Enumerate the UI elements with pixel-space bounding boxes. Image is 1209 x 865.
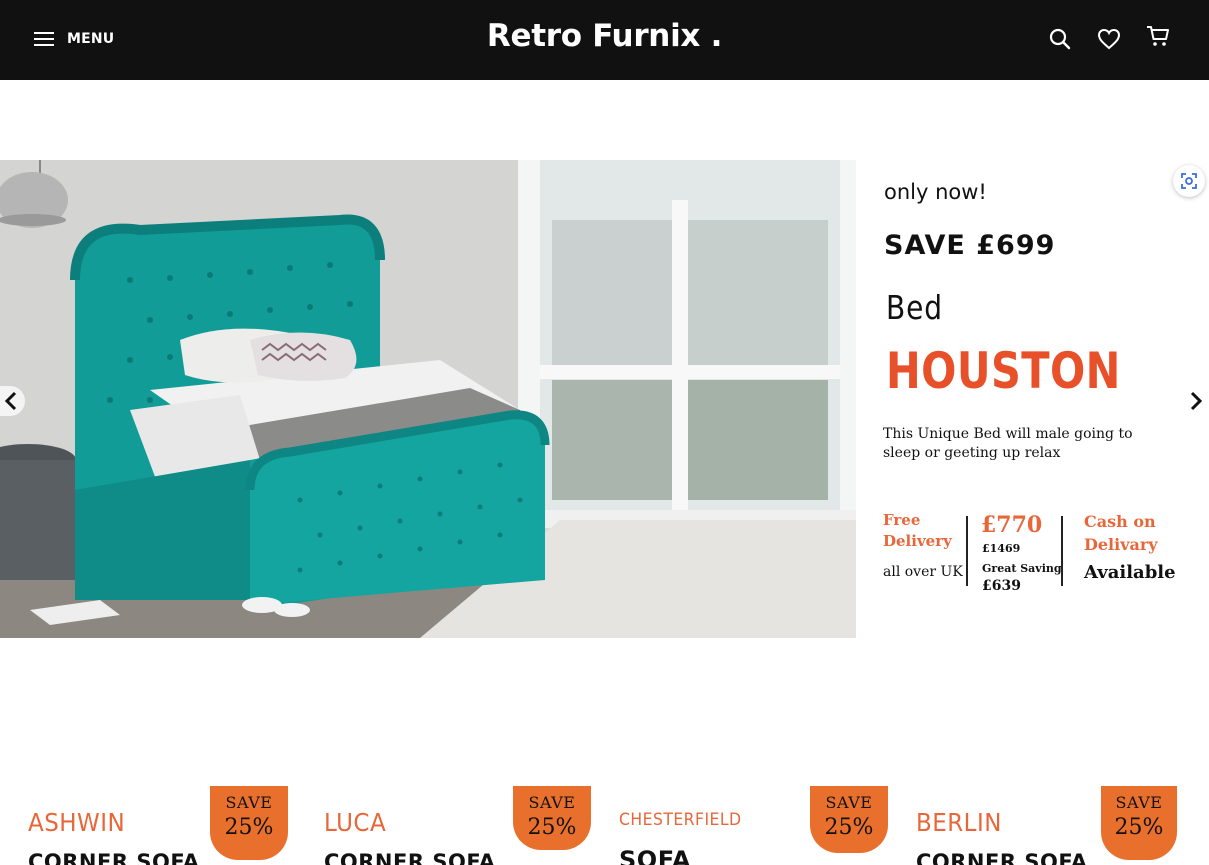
banner-card[interactable]: ASHWIN CORNER SOFA SAVE 25% [28, 786, 303, 865]
banner-type: CORNER SOFA [28, 850, 200, 865]
banner-name: LUCA [324, 808, 387, 837]
bedroom-illustration [0, 160, 856, 638]
wishlist-button[interactable] [1094, 24, 1124, 54]
product-banners: ASHWIN CORNER SOFA SAVE 25% LUCA CORNER … [0, 786, 1209, 865]
badge-save: SAVE [528, 793, 576, 812]
save-badge: SAVE 25% [1101, 786, 1177, 860]
badge-percent: 25% [224, 815, 274, 840]
promo-cash-on-delivery: Cash on Delivary [1084, 512, 1158, 554]
promo-great-saving-label: Great Saving [982, 562, 1062, 575]
site-header: MENU Retro Furnix . [0, 0, 1209, 80]
banner-type: CORNER SOFA [324, 850, 496, 865]
cart-button[interactable] [1143, 21, 1173, 51]
promo-product-name: HOUSTON [886, 342, 1121, 400]
banner-type: CORNER SOFA [916, 850, 1088, 865]
save-badge: SAVE 25% [210, 786, 288, 860]
badge-percent: 25% [527, 815, 577, 840]
chevron-right-icon [1190, 391, 1203, 411]
zoom-button[interactable] [1173, 165, 1205, 197]
promo-all-over-uk: all over UK [883, 564, 963, 580]
banner-card[interactable]: BERLIN CORNER SOFA SAVE 25% [916, 786, 1191, 865]
promo-category: Bed [886, 288, 943, 327]
hero-slider: only now! SAVE £699 Bed HOUSTON This Uni… [0, 160, 1209, 638]
slider-next-button[interactable] [1182, 386, 1209, 416]
promo-only-now: only now! [884, 180, 987, 204]
badge-percent: 25% [824, 815, 874, 840]
promo-available: Available [1084, 562, 1176, 583]
badge-save: SAVE [1115, 793, 1163, 812]
promo-divider [1061, 516, 1063, 586]
promo-was-price: £1469 [982, 542, 1021, 555]
badge-save: SAVE [225, 793, 273, 812]
search-button[interactable] [1045, 24, 1075, 54]
banner-name: BERLIN [916, 808, 1002, 837]
banner-card[interactable]: LUCA CORNER SOFA SAVE 25% [324, 786, 599, 865]
banner-type: SOFA [619, 846, 691, 865]
bed-photo [0, 160, 856, 638]
promo-divider [966, 516, 968, 586]
banner-card[interactable]: CHESTERFIELD SOFA SAVE 25% [619, 786, 894, 865]
promo-panel: only now! SAVE £699 Bed HOUSTON This Uni… [856, 160, 1209, 638]
site-logo[interactable]: Retro Furnix . [0, 18, 1209, 54]
promo-save-amount: SAVE £699 [884, 230, 1056, 261]
save-badge: SAVE 25% [513, 786, 591, 850]
banner-name: CHESTERFIELD [619, 810, 742, 830]
search-icon [1049, 28, 1071, 50]
promo-description: This Unique Bed will male going to sleep… [883, 426, 1133, 461]
promo-free-delivery: Free Delivery [883, 511, 952, 550]
save-badge: SAVE 25% [810, 786, 888, 853]
badge-percent: 25% [1114, 815, 1164, 840]
badge-save: SAVE [825, 793, 873, 812]
promo-great-saving-value: £639 [982, 578, 1021, 594]
promo-price: £770 [981, 512, 1043, 538]
cart-icon [1147, 26, 1169, 46]
zoom-icon [1181, 173, 1197, 189]
chevron-left-icon [4, 391, 17, 411]
heart-icon [1097, 28, 1121, 50]
banner-name: ASHWIN [28, 808, 126, 837]
